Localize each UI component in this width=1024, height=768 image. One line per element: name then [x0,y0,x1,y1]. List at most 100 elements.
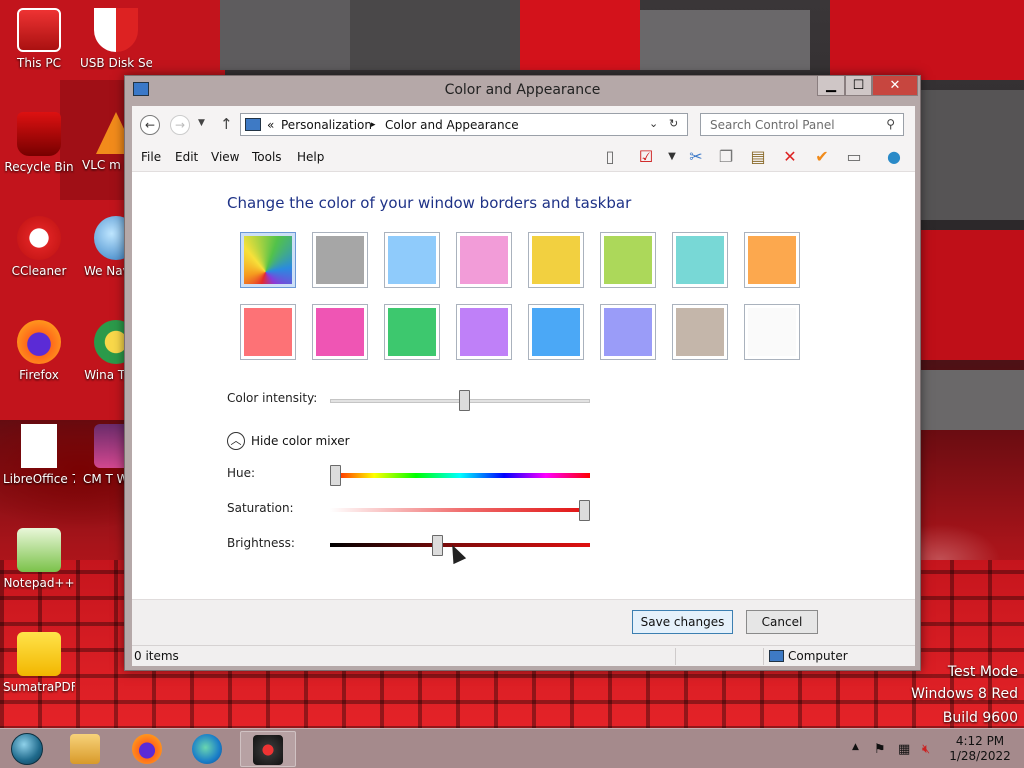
breadcrumb-personalization[interactable]: Personalization [281,118,372,132]
breadcrumb-color-appearance[interactable]: Color and Appearance [385,118,519,132]
edge-icon [192,734,222,764]
swatch-fill [460,308,508,356]
start-button[interactable] [2,731,54,767]
color-swatch[interactable] [384,304,440,360]
menu-tools[interactable]: Tools [252,150,282,164]
shield-icon [94,8,138,52]
network-globe-icon[interactable]: ● [882,146,906,170]
menu-view[interactable]: View [211,150,239,164]
hue-slider-track[interactable] [330,473,590,478]
menu-help[interactable]: Help [297,150,324,164]
menu-file[interactable]: File [141,150,161,164]
bg-block [830,0,1024,80]
status-divider [763,648,764,665]
taskbar-file-explorer[interactable] [58,731,114,767]
dropdown-icon[interactable]: ▼ [660,146,684,170]
breadcrumb-separator-icon: ▸ [371,120,376,130]
hue-label: Hue: [227,466,256,480]
search-placeholder: Search Control Panel [710,118,835,132]
start-orb-icon [11,733,43,765]
watermark-line: Test Mode [947,664,1018,680]
address-dropdown-icon[interactable]: ⌄ [649,117,658,130]
paste-icon[interactable]: ▤ [746,146,770,170]
color-swatch[interactable] [240,304,296,360]
swatch-fill [388,236,436,284]
saturation-slider-thumb[interactable] [579,500,590,521]
swatch-fill [388,308,436,356]
close-button[interactable]: ✕ [872,76,918,96]
cancel-button[interactable]: Cancel [746,610,818,634]
taskbar-edge[interactable] [180,731,236,767]
desktop-icon-sumatrapdf[interactable]: SumatraPDF [3,632,75,694]
color-swatch[interactable] [312,304,368,360]
pdf-icon [17,632,61,676]
intensity-slider-thumb[interactable] [459,390,471,411]
color-swatch[interactable] [672,232,728,288]
minimize-button[interactable]: ▁ [817,76,845,96]
desktop-icon-notepad-plus-plus[interactable]: Notepad++ [3,528,75,590]
desktop-icon-this-pc[interactable]: This PC [3,8,75,70]
save-changes-button[interactable]: Save changes [632,610,733,634]
back-button[interactable]: ← [140,115,160,135]
hue-slider-thumb[interactable] [330,465,341,486]
custom-color-swatch[interactable] [240,232,296,288]
color-swatch[interactable] [384,232,440,288]
color-swatch[interactable] [528,304,584,360]
color-swatch[interactable] [600,304,656,360]
status-divider [675,648,676,665]
swatch-fill [748,308,796,356]
item-count: 0 items [134,649,179,663]
color-swatch[interactable] [456,232,512,288]
breadcrumb-overflow[interactable]: « [267,118,274,132]
desktop-icon-libreoffice[interactable]: LibreOffice 7.2 [3,424,75,486]
hide-color-mixer-link[interactable]: Hide color mixer [251,434,350,448]
desktop-icon-firefox[interactable]: Firefox [3,320,75,382]
taskbar-control-panel[interactable] [240,731,296,767]
volume-muted-icon[interactable]: 🔇︎ [922,742,930,757]
color-swatch[interactable] [312,232,368,288]
desktop-icon-ccleaner[interactable]: CCleaner [3,216,75,278]
address-bar[interactable]: « Personalization ▸ Color and Appearance… [240,113,688,136]
chevron-up-icon[interactable]: ︿ [227,432,245,450]
maximize-button[interactable]: ☐ [845,76,872,96]
taskbar-firefox[interactable] [120,731,176,767]
copy-icon[interactable]: ❐ [714,146,738,170]
layout-icon[interactable]: ▯ [598,146,622,170]
color-swatch[interactable] [600,232,656,288]
system-clock[interactable]: 4:12 PM 1/28/2022 [948,734,1012,764]
properties-icon[interactable]: ▭ [842,146,866,170]
recent-pages-chevron-icon[interactable]: ▼ [198,118,205,128]
navigation-bar: ← → ▼ ↑ « Personalization ▸ Color and Ap… [132,106,915,144]
search-icon[interactable]: ⚲ [886,117,895,131]
desktop-icon-usb-disk-security[interactable]: USB Disk Secu [80,8,152,70]
computer-icon [769,650,784,662]
desktop-icon-recycle-bin[interactable]: Recycle Bin [3,112,75,174]
network-icon[interactable]: ▦ [898,742,910,757]
forward-button[interactable]: → [170,115,190,135]
swatch-fill [676,308,724,356]
menu-bar: File Edit View Tools Help ▯ ☑ ▼ ✂ ❐ ▤ ✕ … [132,144,915,172]
color-swatch[interactable] [456,304,512,360]
bg-block [220,0,370,70]
swatch-fill [604,308,652,356]
color-swatch[interactable] [744,304,800,360]
action-center-flag-icon[interactable]: ⚑ [874,742,886,757]
color-swatch[interactable] [744,232,800,288]
show-hidden-icons-chevron-icon[interactable]: ▲ [852,742,859,752]
menu-edit[interactable]: Edit [175,150,198,164]
checklist-icon[interactable]: ☑ [634,146,658,170]
delete-icon[interactable]: ✕ [778,146,802,170]
refresh-icon[interactable]: ↻ [669,117,678,130]
color-swatch[interactable] [528,232,584,288]
title-bar[interactable]: Color and Appearance ▁ ☐ ✕ [125,76,920,105]
cut-icon[interactable]: ✂ [684,146,708,170]
color-swatch[interactable] [672,304,728,360]
saturation-slider-track[interactable] [330,508,590,512]
apply-check-icon[interactable]: ✔ [810,146,834,170]
status-bar: 0 items Computer [132,645,915,666]
brightness-slider-thumb[interactable] [432,535,444,556]
up-arrow-icon[interactable]: ↑ [220,115,233,133]
swatch-fill [604,236,652,284]
intensity-label: Color intensity: [227,391,318,405]
search-box[interactable]: Search Control Panel ⚲ [700,113,904,136]
